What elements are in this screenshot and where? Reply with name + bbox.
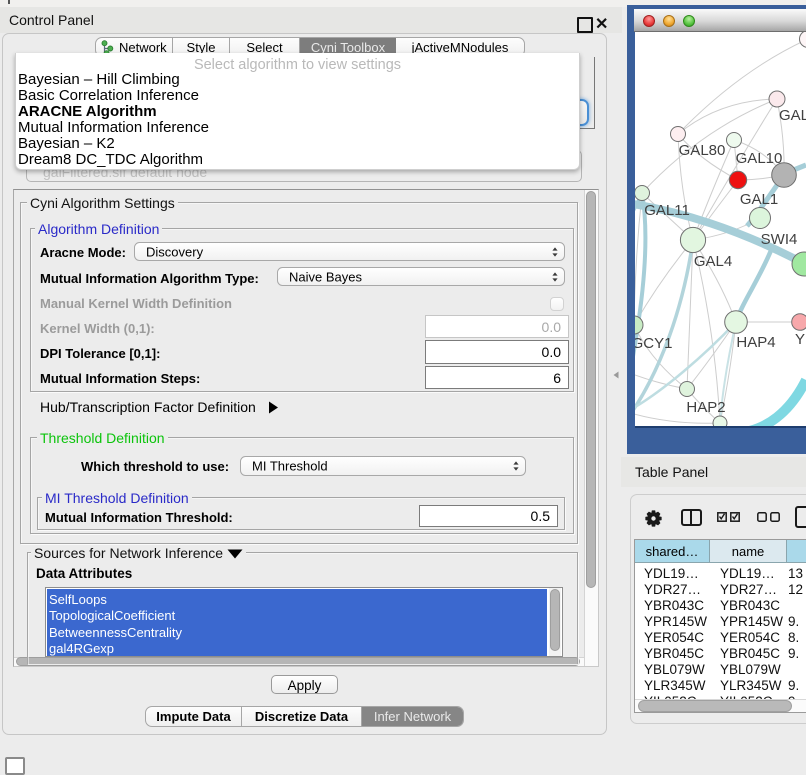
svg-text:GAL11: GAL11 [644,202,690,219]
svg-text:GCY1: GCY1 [635,335,672,352]
svg-text:HAP2: HAP2 [686,399,725,416]
svg-text:Y: Y [795,331,805,348]
svg-text:GAL7: GAL7 [779,107,806,124]
svg-text:HAP4: HAP4 [736,334,775,351]
svg-text:GAL80: GAL80 [679,142,726,159]
svg-text:GAL10: GAL10 [736,150,783,167]
svg-text:GAL1: GAL1 [740,191,778,208]
svg-text:SWI4: SWI4 [761,231,798,248]
svg-text:GAL4: GAL4 [694,253,732,270]
